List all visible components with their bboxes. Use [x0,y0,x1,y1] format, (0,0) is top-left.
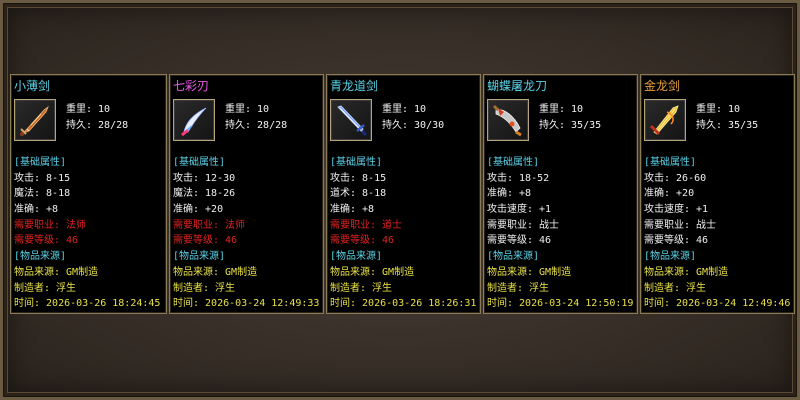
attribute-line: 攻击速度: +1 [487,204,552,216]
attribute-line: 需要职业: 战士 [644,219,717,231]
attribute-line: 制造者: 浮生 [330,282,393,294]
attribute-line: 需要职业: 法师 [173,219,246,231]
attribute-line: 攻击速度: +1 [644,204,709,216]
attribute-line: 需要职业: 法师 [14,219,87,231]
attribute-line: 攻击: 26-60 [644,172,707,184]
attribute-line: [基础属性] [173,157,226,168]
attribute-line: 需要等级: 46 [644,235,709,247]
attribute-line: 道术: 8-18 [330,188,387,200]
attribute-line: 需要等级: 46 [330,235,395,247]
item-durability: 持久: 30/30 [382,120,445,131]
item-name: 金龙剑 [644,79,681,93]
attribute-line: 需要等级: 46 [14,235,79,247]
attribute-line: [基础属性] [330,157,383,168]
blue-sword-icon[interactable] [330,99,372,141]
attribute-line: 时间: 2026-03-24 12:49:33 [173,298,320,310]
attribute-line: 需要等级: 46 [173,235,238,247]
item-name: 小薄剑 [14,79,51,93]
attribute-line: [基础属性] [14,157,67,168]
attribute-list: [基础属性] 攻击: 8-15 魔法: 8-18 准确: +8 需要职业: 法师… [14,155,160,312]
item-durability: 持久: 28/28 [225,120,288,131]
item-durability: 持久: 35/35 [696,120,759,131]
attribute-line: 制造者: 浮生 [644,282,707,294]
attribute-line: 时间: 2026-03-24 12:49:46 [644,298,791,310]
attribute-line: 物品来源: GM制造 [644,266,729,278]
attribute-line: 准确: +8 [330,204,375,216]
item-name: 七彩刃 [173,79,210,93]
attribute-list: [基础属性] 攻击: 12-30 魔法: 18-26 准确: +20 需要职业:… [173,155,319,312]
item-weight: 重里: 10 [66,104,111,115]
attribute-line: 时间: 2026-03-26 18:26:31 [330,298,477,310]
attribute-line: 准确: +8 [487,188,532,200]
attribute-line: 制造者: 浮生 [173,282,236,294]
attribute-line: 攻击: 8-15 [14,172,71,184]
attribute-list: [基础属性] 攻击: 26-60 准确: +20 攻击速度: +1 需要职业: … [644,155,790,312]
attribute-line: [物品来源] [644,251,697,263]
attribute-line: 魔法: 8-18 [14,188,71,200]
item-card[interactable]: 青龙道剑 重里: 10 持久: 30/30 [基础属性] 攻击: 8-15 道术… [326,74,481,314]
item-weight: 重里: 10 [696,104,741,115]
attribute-line: 魔法: 18-26 [173,188,236,200]
attribute-line: 物品来源: GM制造 [173,266,258,278]
attribute-line: 需要等级: 46 [487,235,552,247]
item-card[interactable]: 小薄剑 重里: 10 持久: 28/28 [基础属性] 攻击: 8-15 魔法:… [10,74,167,314]
item-name: 蝴蝶屠龙刀 [487,79,548,93]
attribute-line: 准确: +20 [644,188,695,200]
item-weight: 重里: 10 [539,104,584,115]
item-card[interactable]: 金龙剑 重里: 10 持久: 35/35 [基础属性] 攻击: 26-60 准确… [640,74,795,314]
attribute-line: 需要职业: 道士 [330,219,403,231]
attribute-line: 攻击: 8-15 [330,172,387,184]
attribute-line: 物品来源: GM制造 [14,266,99,278]
attribute-list: [基础属性] 攻击: 18-52 准确: +8 攻击速度: +1 需要职业: 战… [487,155,633,312]
attribute-line: [基础属性] [487,157,540,168]
attribute-line: 准确: +8 [14,204,59,216]
golden-dragon-sword-icon[interactable] [644,99,686,141]
attribute-line: 准确: +20 [173,204,224,216]
attribute-line: [物品来源] [173,251,226,263]
attribute-line: 攻击: 18-52 [487,172,550,184]
attribute-line: 需要职业: 战士 [487,219,560,231]
attribute-line: 攻击: 12-30 [173,172,236,184]
item-name: 青龙道剑 [330,79,379,93]
attribute-line: 时间: 2026-03-24 12:50:19 [487,298,634,310]
item-weight: 重里: 10 [382,104,427,115]
item-weight: 重里: 10 [225,104,270,115]
attribute-line: 制造者: 浮生 [14,282,77,294]
item-card[interactable]: 蝴蝶屠龙刀 重里: 10 持久: 35/35 [基础属性] 攻击: 18-52 … [483,74,638,314]
attribute-line: [物品来源] [487,251,540,263]
attribute-line: 物品来源: GM制造 [487,266,572,278]
tooltip-panel: 小薄剑 重里: 10 持久: 28/28 [基础属性] 攻击: 8-15 魔法:… [0,0,800,400]
attribute-line: [物品来源] [330,251,383,263]
attribute-list: [基础属性] 攻击: 8-15 道术: 8-18 准确: +8 需要职业: 道士… [330,155,476,312]
attribute-line: 物品来源: GM制造 [330,266,415,278]
item-card[interactable]: 七彩刃 重里: 10 持久: 28/28 [基础属性] 攻击: 12-30 魔法… [169,74,324,314]
attribute-line: 制造者: 浮生 [487,282,550,294]
item-cards: 小薄剑 重里: 10 持久: 28/28 [基础属性] 攻击: 8-15 魔法:… [10,74,795,314]
item-durability: 持久: 28/28 [66,120,129,131]
attribute-line: [基础属性] [644,157,697,168]
crescent-blade-icon[interactable] [173,99,215,141]
sword-orange-icon[interactable] [14,99,56,141]
item-durability: 持久: 35/35 [539,120,602,131]
attribute-line: 时间: 2026-03-26 18:24:45 [14,298,161,310]
butterfly-blade-icon[interactable] [487,99,529,141]
attribute-line: [物品来源] [14,251,67,263]
